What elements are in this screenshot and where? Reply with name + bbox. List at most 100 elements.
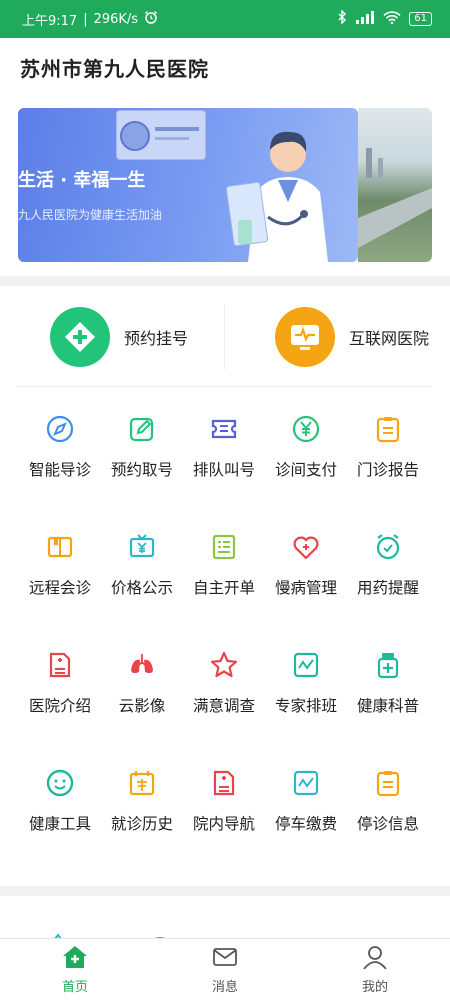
section-divider [0, 276, 450, 286]
service-label: 医院介绍 [28, 697, 91, 715]
service-clinic-suspension[interactable]: 停诊信息 [347, 754, 429, 872]
navigation-icon [43, 412, 77, 446]
service-label: 专家排班 [274, 697, 337, 715]
service-label: 智能导诊 [28, 461, 91, 479]
book-icon [43, 530, 77, 564]
banner-subtitle: 九人民医院为健康生活加油 [18, 208, 163, 222]
user-icon [362, 945, 388, 973]
heart-pulse-icon [289, 530, 323, 564]
service-grid: 智能导诊 预约取号 排队叫号 诊间支付 门诊报告 远程会诊 价格公示 自主开单 … [0, 400, 450, 872]
medicine-bottle-icon [371, 648, 405, 682]
service-label: 预约取号 [110, 461, 173, 479]
alarm-icon [144, 10, 158, 28]
service-label: 停诊信息 [356, 815, 419, 833]
app-screen: 上午9:17 | 296K/s 61 苏州市第九人民医院 生活 · 幸福一生 九… [0, 0, 450, 1000]
edit-icon [125, 412, 159, 446]
tab-label: 我的 [361, 980, 388, 995]
service-appointment-number[interactable]: 预约取号 [101, 400, 183, 518]
banner-slide[interactable]: 生活 · 幸福一生 九人民医院为健康生活加油 [18, 108, 358, 262]
service-remote-consult[interactable]: 远程会诊 [19, 518, 101, 636]
service-label: 云影像 [118, 697, 166, 715]
service-expert-schedule[interactable]: 专家排班 [265, 636, 347, 754]
signal-icon [355, 10, 375, 28]
smiley-icon [43, 766, 77, 800]
page-title: 苏州市第九人民医院 [20, 56, 209, 81]
appointment-entry[interactable]: 预约挂号 [0, 298, 225, 376]
service-row: 智能导诊 预约取号 排队叫号 诊间支付 门诊报告 [0, 400, 450, 518]
service-label: 停车缴费 [274, 815, 337, 833]
service-parking-payment[interactable]: 停车缴费 [265, 754, 347, 872]
chart-wave-icon [289, 766, 323, 800]
service-cloud-imaging[interactable]: 云影像 [101, 636, 183, 754]
service-health-education[interactable]: 健康科普 [347, 636, 429, 754]
service-label: 排队叫号 [192, 461, 255, 479]
plus-cross-icon [50, 307, 110, 367]
tab-label: 首页 [61, 980, 88, 995]
lungs-icon [125, 648, 159, 682]
service-label: 健康工具 [28, 815, 91, 833]
calendar-check-icon [125, 766, 159, 800]
hospital-doc-icon [207, 766, 241, 800]
service-label: 远程会诊 [28, 579, 91, 597]
service-row: 医院介绍 云影像 满意调查 专家排班 健康科普 [0, 636, 450, 754]
tab-messages[interactable]: 消息 [150, 939, 300, 1000]
internet-hospital-label: 互联网医院 [349, 329, 430, 348]
service-chronic-care[interactable]: 慢病管理 [265, 518, 347, 636]
banner-slogan: 生活 · 幸福一生 [18, 170, 146, 191]
monitor-pulse-icon [275, 307, 335, 367]
service-outpatient-report[interactable]: 门诊报告 [347, 400, 429, 518]
star-icon [207, 648, 241, 682]
service-label: 自主开单 [192, 579, 255, 597]
app-header: 苏州市第九人民医院 [0, 38, 450, 96]
quick-entries: 预约挂号 互联网医院 [0, 298, 450, 376]
clipboard-icon [371, 766, 405, 800]
tab-home[interactable]: 首页 [0, 939, 150, 1000]
service-medication-reminder[interactable]: 用药提醒 [347, 518, 429, 636]
appointment-label: 预约挂号 [124, 329, 189, 348]
grid-divider [18, 386, 432, 387]
service-label: 慢病管理 [274, 579, 337, 597]
alarm-clock-icon [371, 530, 405, 564]
service-self-order[interactable]: 自主开单 [183, 518, 265, 636]
service-health-tools[interactable]: 健康工具 [19, 754, 101, 872]
service-label: 价格公示 [110, 579, 173, 597]
status-bar: 上午9:17 | 296K/s 61 [0, 0, 450, 38]
service-hospital-intro[interactable]: 医院介绍 [19, 636, 101, 754]
internet-hospital-entry[interactable]: 互联网医院 [225, 298, 450, 376]
service-satisfaction-survey[interactable]: 满意调查 [183, 636, 265, 754]
tv-yen-icon [125, 530, 159, 564]
mail-icon [212, 945, 238, 973]
service-label: 院内导航 [192, 815, 255, 833]
wifi-icon [383, 10, 401, 28]
battery-icon: 61 [409, 12, 432, 26]
service-label: 诊间支付 [274, 461, 337, 479]
tab-profile[interactable]: 我的 [300, 939, 450, 1000]
service-label: 门诊报告 [356, 461, 419, 479]
hospital-logo [116, 110, 206, 160]
service-queue[interactable]: 排队叫号 [183, 400, 265, 518]
service-label: 健康科普 [356, 697, 419, 715]
form-icon [207, 530, 241, 564]
service-label: 用药提醒 [356, 579, 419, 597]
partial-icon [144, 928, 184, 944]
ticket-icon [207, 412, 241, 446]
service-row: 健康工具 就诊历史 院内导航 停车缴费 停诊信息 [0, 754, 450, 872]
service-visit-history[interactable]: 就诊历史 [101, 754, 183, 872]
yen-icon [289, 412, 323, 446]
bluetooth-icon [337, 9, 347, 28]
service-price-list[interactable]: 价格公示 [101, 518, 183, 636]
service-label: 满意调查 [192, 697, 255, 715]
clipboard-icon [371, 412, 405, 446]
network-speed: 296K/s [93, 11, 139, 27]
service-smart-guide[interactable]: 智能导诊 [19, 400, 101, 518]
bottom-tab-bar: 首页 消息 我的 [0, 938, 450, 1000]
section-divider [0, 886, 450, 896]
tab-label: 消息 [211, 980, 238, 995]
service-payment[interactable]: 诊间支付 [265, 400, 347, 518]
chart-wave-icon [289, 648, 323, 682]
status-time: 上午9:17 [22, 13, 78, 29]
hospital-doc-icon [43, 648, 77, 682]
banner-next-slide[interactable] [358, 108, 432, 262]
service-indoor-navigation[interactable]: 院内导航 [183, 754, 265, 872]
doctor-illustration [208, 122, 358, 262]
